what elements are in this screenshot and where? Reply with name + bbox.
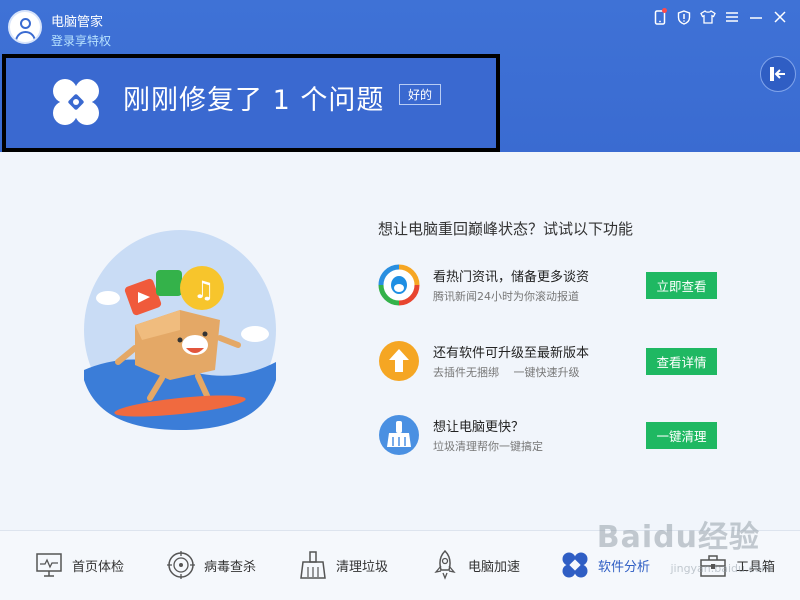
nav-item-checkup[interactable]: 首页体检 xyxy=(34,549,124,581)
svg-text:♫: ♫ xyxy=(193,276,215,304)
feature-title: 看热门资讯，储备更多谈资 xyxy=(433,270,590,285)
feature-subtitle: 腾讯新闻24小时为你滚动报道 xyxy=(433,290,579,303)
menu-icon[interactable] xyxy=(724,9,740,25)
banner-title: 刚刚修复了 1 个问题 xyxy=(123,85,385,116)
close-icon[interactable] xyxy=(772,9,788,25)
main-panel: ♫ 想让电脑重回巅峰状态？试试以下功能 看热门资讯，储备更多谈资 腾讯新闻24小… xyxy=(0,152,800,530)
feature-subtitle: 垃圾清理帮你一键搞定 xyxy=(433,440,543,453)
promo-title: 想让电脑重回巅峰状态？试试以下功能 xyxy=(378,220,634,238)
nav-item-toolbox[interactable]: 工具箱 xyxy=(698,549,775,581)
shield-icon[interactable] xyxy=(676,9,692,25)
feature-title: 想让电脑更快？ xyxy=(433,420,525,435)
broom-icon xyxy=(379,415,419,455)
nav-item-virus-scan[interactable]: 病毒查杀 xyxy=(166,549,256,581)
toolbox-icon xyxy=(698,550,728,580)
nav-item-software-analysis[interactable]: 软件分析 xyxy=(560,549,650,581)
monitor-icon xyxy=(34,550,64,580)
nav-item-speedup[interactable]: 电脑加速 xyxy=(430,549,520,581)
nav-label: 首页体检 xyxy=(72,559,125,575)
surfing-box-illustration: ♫ xyxy=(84,230,276,430)
nav-label: 病毒查杀 xyxy=(204,559,257,575)
skin-shirt-icon[interactable] xyxy=(700,9,716,25)
feature-cleanup: 想让电脑更快？ 垃圾清理帮你一键搞定 一键清理 xyxy=(378,412,738,462)
feature-title: 还有软件可升级至最新版本 xyxy=(433,346,590,361)
app-title: 电脑管家 xyxy=(51,15,104,30)
titlebar-controls xyxy=(652,8,788,25)
feature-subtitle: 去插件无捆绑 一键快速升级 xyxy=(433,366,580,379)
phone-icon[interactable] xyxy=(652,8,668,25)
one-click-clean-button[interactable]: 一键清理 xyxy=(646,422,717,449)
rocket-icon xyxy=(430,550,460,580)
header: 电脑管家 登录享特权 刚刚修复了 1 个问题 好的 xyxy=(0,0,800,152)
nav-label: 清理垃圾 xyxy=(336,559,389,575)
ok-button[interactable]: 好的 xyxy=(399,84,442,105)
nav-item-clean[interactable]: 清理垃圾 xyxy=(298,549,388,581)
target-icon xyxy=(166,550,196,580)
login-link[interactable]: 登录享特权 xyxy=(51,32,111,49)
bottom-nav: 首页体检 病毒查杀 清理垃圾 电脑加速 软件分析 工具箱 xyxy=(0,530,800,600)
feature-upgrade: 还有软件可升级至最新版本 去插件无捆绑 一键快速升级 查看详情 xyxy=(378,338,738,388)
view-details-button[interactable]: 查看详情 xyxy=(646,348,717,375)
nav-label: 软件分析 xyxy=(598,559,651,575)
user-avatar-icon[interactable] xyxy=(8,10,42,44)
upgrade-arrow-icon xyxy=(379,341,419,381)
nav-label: 工具箱 xyxy=(736,559,776,575)
view-now-button[interactable]: 立即查看 xyxy=(646,272,717,299)
tencent-news-icon xyxy=(378,264,420,306)
fan-icon xyxy=(560,550,590,580)
fix-result-banner: 刚刚修复了 1 个问题 好的 xyxy=(2,54,500,152)
fan-logo-icon xyxy=(53,79,99,125)
feature-news: 看热门资讯，储备更多谈资 腾讯新闻24小时为你滚动报道 立即查看 xyxy=(378,262,738,312)
nav-label: 电脑加速 xyxy=(468,559,521,575)
minimize-icon[interactable] xyxy=(748,9,764,25)
exit-panel-icon[interactable] xyxy=(760,56,796,92)
broom-icon xyxy=(298,550,328,580)
